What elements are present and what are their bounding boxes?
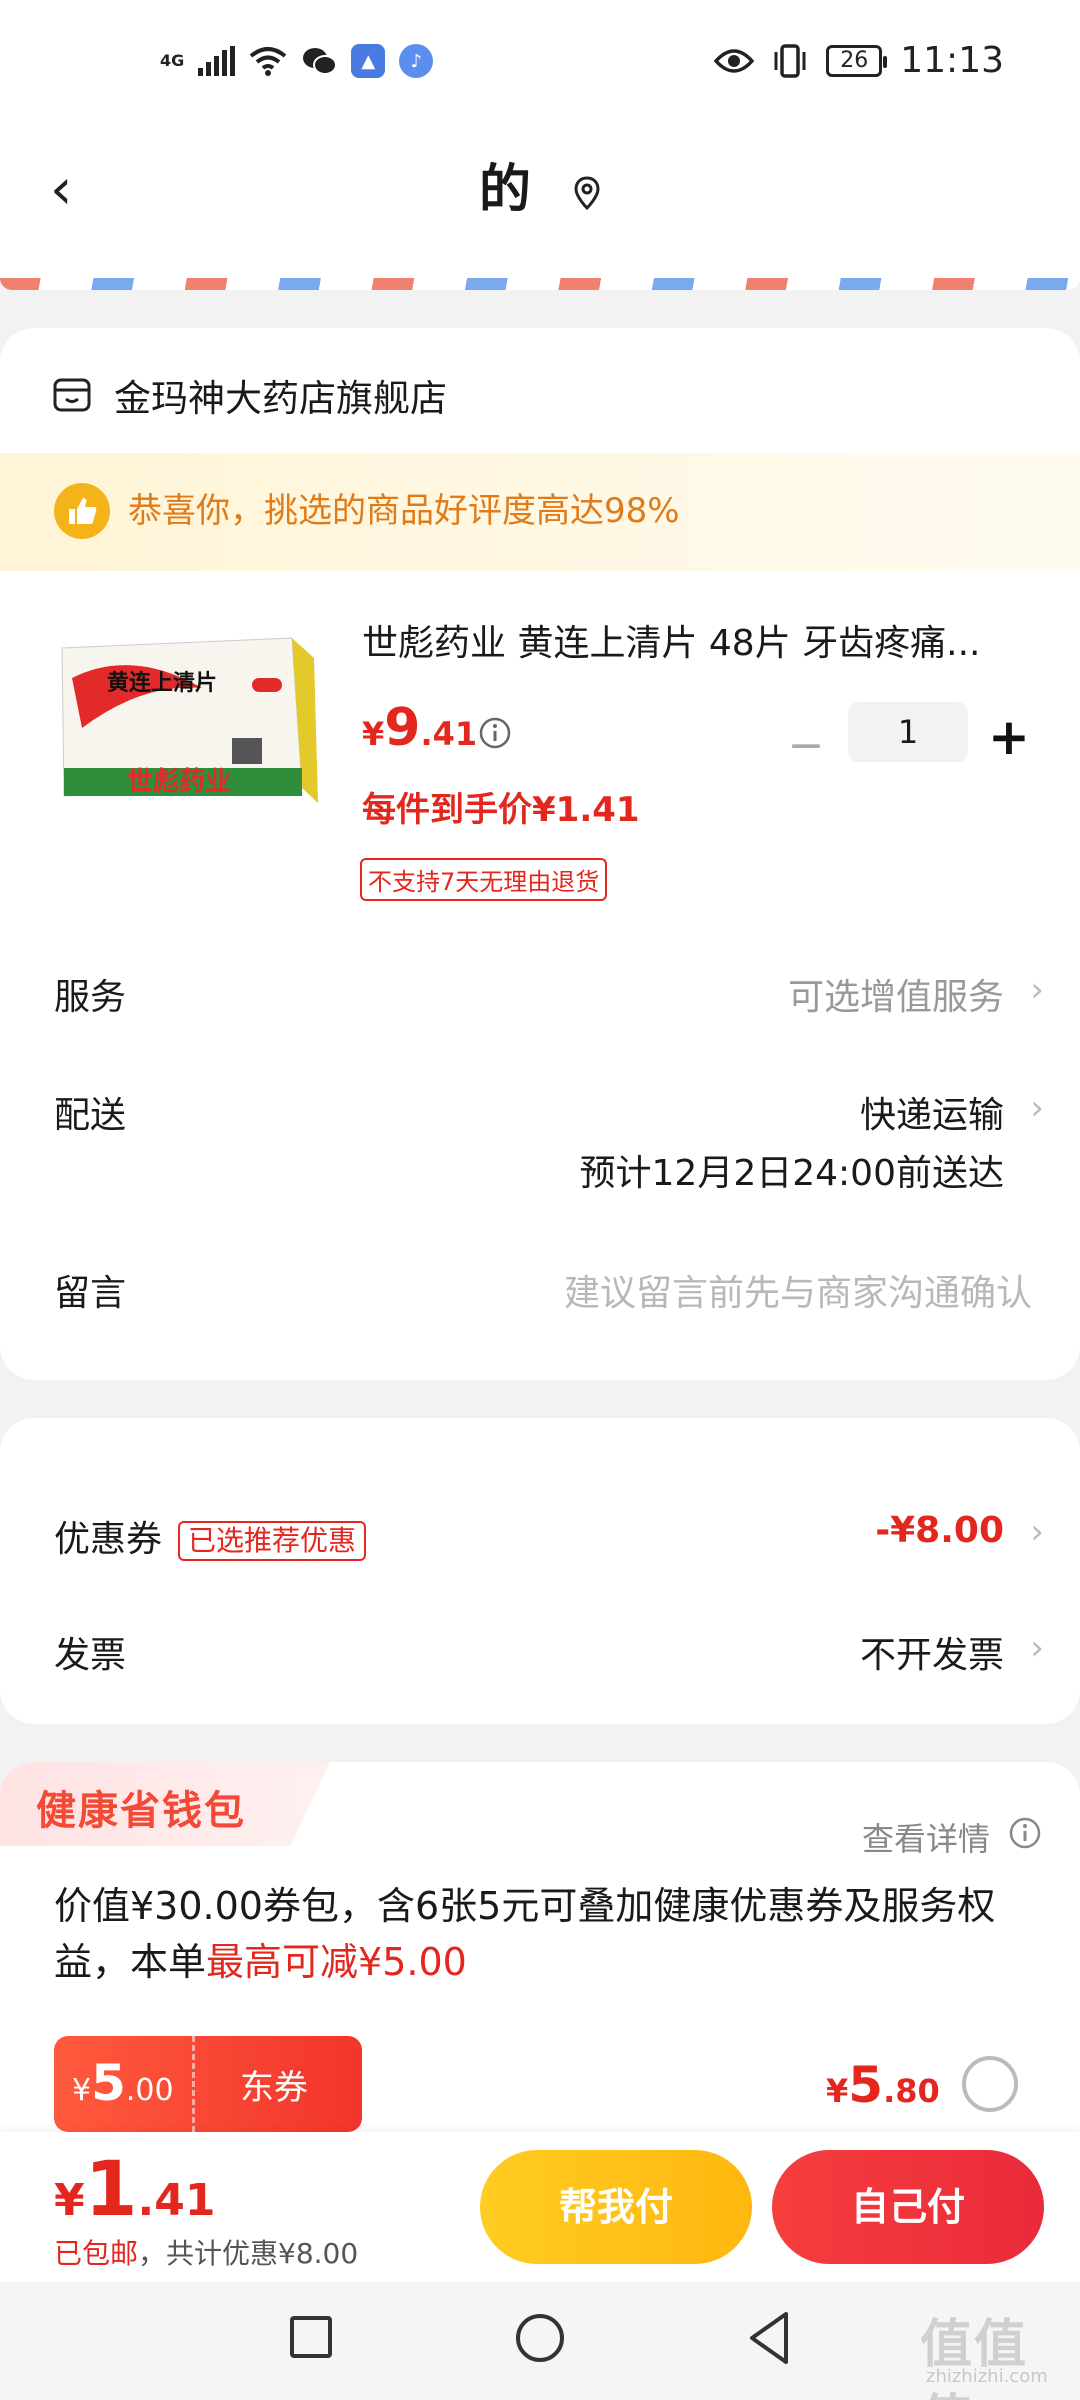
store-name: 金玛神大药店旗舰店 — [114, 377, 447, 420]
no-return-tag: 不支持7天无理由退货 — [360, 858, 608, 901]
coupon-type-label: 东券 — [240, 2068, 308, 2108]
invoice-label: 发票 — [54, 1635, 127, 1676]
clock: 11:13 — [900, 40, 1004, 81]
wallet-price-currency: ¥ — [826, 2072, 849, 2110]
quantity-input[interactable]: 1 — [848, 702, 968, 762]
price-dec: .41 — [420, 715, 478, 753]
wechat-icon — [303, 48, 338, 75]
total-dec: .41 — [137, 2175, 216, 2226]
help-pay-button[interactable]: 帮我付 — [480, 2150, 752, 2264]
status-right: 26 11:13 — [714, 40, 1004, 81]
wallet-desc-highlight: 最高可减¥5.00 — [206, 1940, 467, 1984]
savings-note: ，共计优惠¥8.00 — [138, 2237, 359, 2270]
wallet-select-radio[interactable] — [962, 2056, 1018, 2112]
total-int: 1 — [84, 2144, 138, 2233]
coupon-tag: 已选推荐优惠 — [178, 1521, 367, 1561]
delivery-eta: 预计12月2日24:00前送达 — [579, 1153, 1004, 1194]
coupon-label: 优惠券 — [54, 1519, 163, 1560]
service-chevron-icon[interactable]: › — [1030, 970, 1044, 1010]
coupon-int: 5 — [91, 2054, 126, 2112]
shipping-note: 已包邮 — [54, 2237, 139, 2270]
eye-icon — [714, 48, 755, 73]
system-nav-bar: 值值值 zhizhizhi.com — [0, 2282, 1080, 2400]
message-input[interactable]: 建议留言前先与商家沟通确认 — [564, 1264, 1032, 1316]
service-label: 服务 — [54, 977, 127, 1018]
praise-banner: 恭喜你，挑选的商品好评度高达98% — [0, 453, 1080, 571]
page-title-wrap: 的 — [0, 150, 1080, 230]
svg-text:世彪药业: 世彪药业 — [127, 767, 231, 797]
page-title: 的 — [478, 160, 531, 220]
wallet-price: ¥ 5 .80 — [826, 2056, 940, 2114]
order-card: 金玛神大药店旗舰店 恭喜你，挑选的商品好评度高达98% 黄连上清片 世彪药业 世… — [0, 328, 1080, 1380]
coupon-value[interactable]: -¥8.00 — [875, 1510, 1004, 1551]
wallet-description: 价值¥30.00券包，含6张5元可叠加健康优惠券及服务权益，本单最高可减¥5.0… — [54, 1878, 1034, 1990]
price-info-icon[interactable] — [478, 716, 512, 750]
health-wallet-card: 健康省钱包 查看详情 价值¥30.00券包，含6张5元可叠加健康优惠券及服务权益… — [0, 1762, 1080, 2182]
unit-price: 每件到手价¥1.41 — [362, 790, 640, 830]
vibrate-icon — [774, 43, 806, 78]
signal-icon — [198, 46, 236, 76]
total-note: 已包邮，共计优惠¥8.00 — [54, 2232, 358, 2272]
wallet-title: 健康省钱包 — [36, 1788, 246, 1834]
coupon-dec: .00 — [125, 2073, 174, 2108]
discount-card: 优惠券 已选推荐优惠 -¥8.00 › 发票 不开发票 › — [0, 1418, 1080, 1724]
wallet-desc-text: 价值¥30.00券包，含6张5元可叠加健康优惠券及服务权益，本单 — [54, 1884, 996, 1984]
wallet-coupon: ¥ 5 .00 东券 — [54, 2036, 362, 2132]
praise-text: 恭喜你，挑选的商品好评度高达98% — [128, 491, 680, 531]
product-title[interactable]: 世彪药业 黄连上清片 48片 牙齿疼痛... — [362, 618, 1022, 670]
delivery-chevron-icon[interactable]: › — [1030, 1088, 1044, 1128]
wallet-price-dec: .80 — [883, 2072, 940, 2110]
invoice-value[interactable]: 不开发票 — [860, 1626, 1004, 1678]
music-app-icon: ♪ — [399, 44, 434, 78]
quantity-minus-button[interactable]: − — [786, 724, 826, 768]
airmail-border — [0, 278, 1080, 290]
coupon-currency: ¥ — [72, 2073, 92, 2108]
delivery-value[interactable]: 快递运输 — [860, 1086, 1004, 1138]
product-price: ¥ 9 .41 — [362, 698, 477, 758]
coupon-chevron-icon[interactable]: › — [1030, 1512, 1044, 1552]
thumbs-up-icon — [54, 483, 110, 539]
coupon-divider — [192, 2036, 195, 2132]
study-app-icon: ▲ — [351, 44, 386, 78]
svg-text:黄连上清片: 黄连上清片 — [107, 670, 217, 696]
coupon-amount: ¥ 5 .00 — [72, 2054, 174, 2112]
self-pay-button[interactable]: 自己付 — [772, 2150, 1044, 2264]
home-icon[interactable] — [516, 2314, 564, 2362]
wifi-icon — [249, 47, 287, 76]
wallet-info-icon[interactable] — [1008, 1816, 1042, 1850]
wallet-price-int: 5 — [848, 2056, 884, 2114]
total-currency: ¥ — [54, 2175, 85, 2226]
checkout-bar: ¥ 1 .41 已包邮，共计优惠¥8.00 帮我付 自己付 — [0, 2132, 1080, 2282]
message-label: 留言 — [54, 1273, 127, 1314]
battery-icon: 26 — [826, 44, 888, 77]
network-type: 4G — [160, 51, 185, 70]
status-left: 4G ▲ ♪ — [160, 44, 434, 78]
watermark-url: zhizhizhi.com — [926, 2366, 1048, 2387]
price-currency: ¥ — [362, 715, 385, 753]
quantity-plus-button[interactable]: + — [986, 712, 1032, 762]
total-price: ¥ 1 .41 — [54, 2144, 215, 2233]
recents-icon[interactable] — [290, 2316, 332, 2358]
status-bar: 4G ▲ ♪ 26 11:13 — [0, 0, 1080, 130]
store-icon — [53, 378, 91, 412]
nav-back-icon[interactable] — [744, 2310, 794, 2366]
top-header: ‹ 的 — [0, 130, 1080, 280]
battery-level: 26 — [840, 48, 869, 73]
service-value[interactable]: 可选增值服务 — [788, 968, 1004, 1020]
product-image[interactable]: 黄连上清片 世彪药业 — [52, 618, 322, 818]
delivery-label: 配送 — [54, 1095, 127, 1136]
view-detail-link[interactable]: 查看详情 — [862, 1814, 990, 1860]
price-int: 9 — [384, 698, 421, 758]
invoice-chevron-icon[interactable]: › — [1030, 1628, 1044, 1668]
coupon-row-label: 优惠券 已选推荐优惠 — [54, 1510, 367, 1562]
store-row[interactable]: 金玛神大药店旗舰店 — [52, 368, 447, 422]
location-pin-icon[interactable] — [573, 176, 601, 210]
